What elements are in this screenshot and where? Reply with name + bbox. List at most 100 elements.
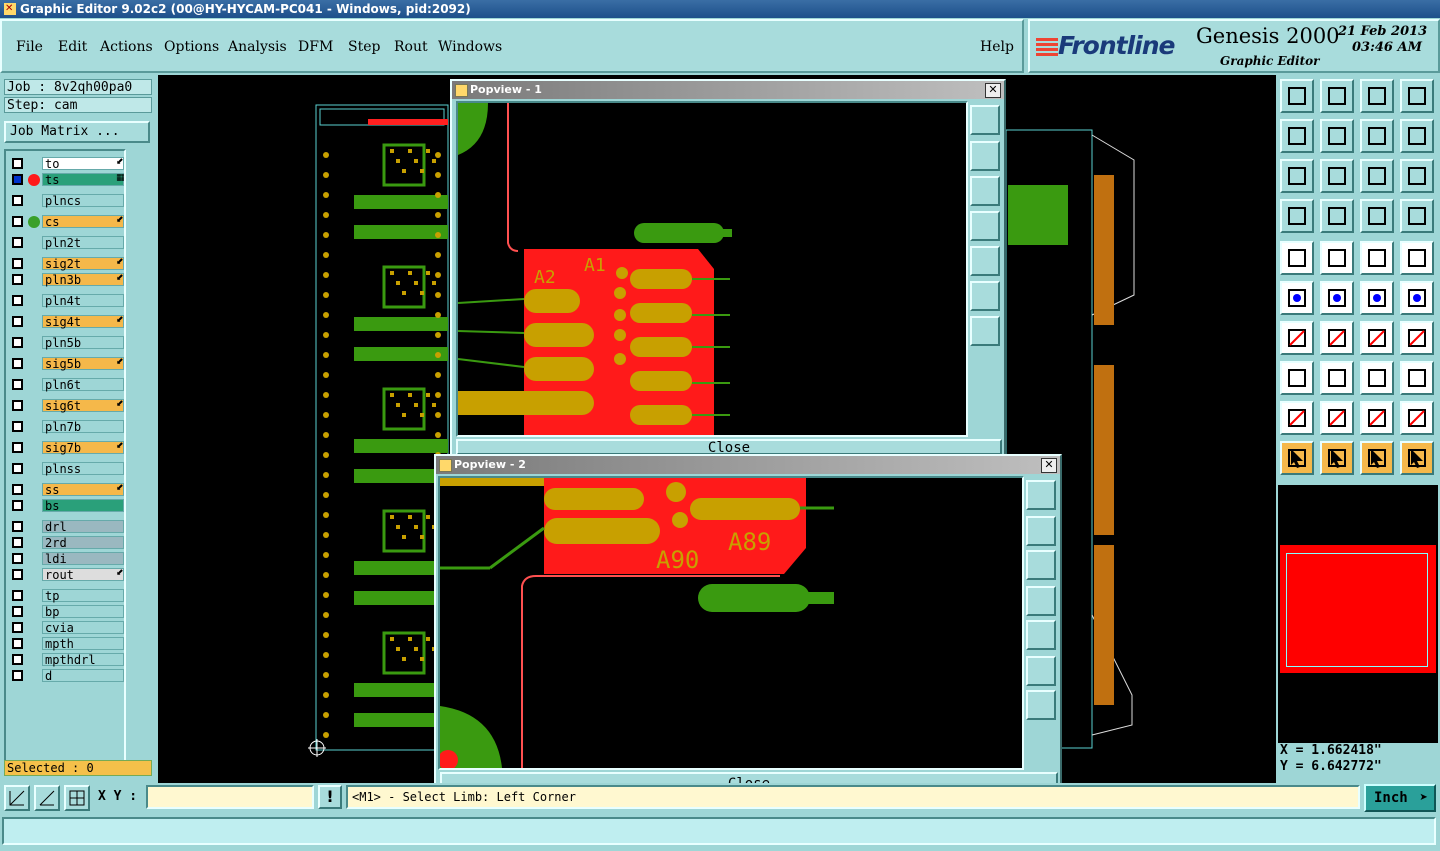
popview-2-close-icon[interactable]: ✕ [1041, 458, 1057, 473]
layer-row-sig2t[interactable]: sig2t ⬋ [8, 257, 124, 271]
popview-1-close-icon[interactable]: ✕ [985, 83, 1001, 98]
menu-rout[interactable]: Rout [394, 39, 428, 55]
layer-row-tp[interactable]: tp [8, 589, 124, 603]
layer-row-sig4t[interactable]: sig4t ⬋ [8, 315, 124, 329]
layer-checkbox[interactable] [12, 553, 23, 564]
layer-name[interactable]: sig7b [42, 441, 124, 454]
layer-name[interactable]: pln4t [42, 294, 124, 307]
menu-analysis[interactable]: Analysis [228, 39, 287, 55]
popview-2-titlebar[interactable]: Popview - 2 ✕ [436, 456, 1060, 474]
layer-name[interactable]: d [42, 669, 124, 682]
layer-name[interactable]: rout [42, 568, 124, 581]
scale-icon[interactable] [1360, 159, 1394, 193]
layer-name[interactable]: to [42, 157, 124, 170]
layer-row-mpthdrl[interactable]: mpthdrl [8, 653, 124, 667]
zoom-icon[interactable] [1320, 159, 1354, 193]
layer-name[interactable]: pln7b [42, 420, 124, 433]
layer-row-drl[interactable]: drl [8, 520, 124, 534]
menu-options[interactable]: Options [164, 39, 219, 55]
job-matrix-button[interactable]: Job Matrix ... [4, 121, 150, 143]
snap-icon[interactable] [4, 785, 30, 811]
down-icon[interactable] [1320, 79, 1354, 113]
corner-icon[interactable] [1320, 241, 1354, 275]
settings-icon[interactable] [1280, 199, 1314, 233]
popview-1-down-icon[interactable] [970, 176, 1000, 206]
layers-icon[interactable] [1360, 199, 1394, 233]
menu-help[interactable]: Help [980, 39, 1014, 55]
pad-icon[interactable] [1400, 241, 1434, 275]
popview-2-expand-icon[interactable] [1026, 690, 1056, 720]
layer-row-sig7b[interactable]: sig7b ⬋ [8, 441, 124, 455]
layer-row-plnss[interactable]: plnss [8, 462, 124, 476]
menu-file[interactable]: File [16, 39, 43, 55]
popview-2-fit-icon[interactable] [1026, 656, 1056, 686]
connect-icon[interactable] [1280, 281, 1314, 315]
layer-row-pln4t[interactable]: pln4t [8, 294, 124, 308]
popview-1-fit-icon[interactable] [970, 281, 1000, 311]
layer-name[interactable]: mpth [42, 637, 124, 650]
layer-row-ss[interactable]: ss ⬋ [8, 483, 124, 497]
layer-checkbox[interactable] [12, 590, 23, 601]
layer-name[interactable]: sig5b [42, 357, 124, 370]
popview-2-zoom-icon[interactable] [1026, 480, 1056, 510]
grid-icon[interactable] [1320, 199, 1354, 233]
alert-button[interactable]: ! [318, 785, 342, 809]
layer-checkbox[interactable] [12, 442, 23, 453]
pointer-icon[interactable] [1280, 441, 1314, 475]
layer-name[interactable]: pln2t [42, 236, 124, 249]
layer-name[interactable]: ldi [42, 552, 124, 565]
layer-row-2rd[interactable]: 2rd [8, 536, 124, 550]
pointer-box-icon[interactable] [1320, 441, 1354, 475]
layer-checkbox[interactable] [12, 237, 23, 248]
popview-1-titlebar[interactable]: Popview - 1 ✕ [452, 81, 1004, 99]
layer-name[interactable]: plnss [42, 462, 124, 475]
pan-right-icon[interactable] [1320, 119, 1354, 153]
move-icon[interactable] [1360, 281, 1394, 315]
layer-row-rout[interactable]: rout ⬋ [8, 568, 124, 582]
dim-icon[interactable] [1360, 361, 1394, 395]
layer-name[interactable]: pln3b [42, 273, 124, 286]
layer-row-cs[interactable]: cs ⬋ [8, 215, 124, 229]
pointer-net-icon[interactable] [1400, 441, 1434, 475]
xy-input[interactable] [146, 785, 314, 809]
window-icon[interactable] [1400, 79, 1434, 113]
triangle-box-icon[interactable] [1360, 401, 1394, 435]
layer-checkbox[interactable] [12, 400, 23, 411]
layer-row-bp[interactable]: bp [8, 605, 124, 619]
layer-checkbox[interactable] [12, 158, 23, 169]
command-line[interactable] [2, 817, 1436, 845]
layer-name[interactable]: drl [42, 520, 124, 533]
cross-icon[interactable] [1320, 281, 1354, 315]
layer-name[interactable]: mpthdrl [42, 653, 124, 666]
feature-icon[interactable] [1280, 241, 1314, 275]
layer-checkbox[interactable] [12, 654, 23, 665]
layer-row-bs[interactable]: bs [8, 499, 124, 513]
popview-1-close-button[interactable]: Close [456, 439, 1002, 455]
swap-icon[interactable] [1360, 119, 1394, 153]
layer-row-to[interactable]: to ⬋ [8, 157, 124, 171]
popview-2-down-icon[interactable] [1026, 550, 1056, 580]
layer-checkbox[interactable] [12, 174, 23, 185]
layer-name[interactable]: bs [42, 499, 124, 512]
layer-name[interactable]: pln6t [42, 378, 124, 391]
board-preview[interactable] [1278, 485, 1438, 743]
layer-name[interactable]: cvia [42, 621, 124, 634]
layer-name[interactable]: plncs [42, 194, 124, 207]
layer-checkbox[interactable] [12, 537, 23, 548]
layer-name[interactable]: cs [42, 215, 124, 228]
popview-1-left-icon[interactable] [970, 211, 1000, 241]
layer-checkbox[interactable] [12, 569, 23, 580]
shapes-icon[interactable] [1400, 361, 1434, 395]
layer-name[interactable]: sig4t [42, 315, 124, 328]
layer-row-pln7b[interactable]: pln7b [8, 420, 124, 434]
fit-icon[interactable] [1280, 159, 1314, 193]
popview-1-expand-icon[interactable] [970, 316, 1000, 346]
layer-name[interactable]: bp [42, 605, 124, 618]
layer-name[interactable]: sig2t [42, 257, 124, 270]
layer-name[interactable]: pln5b [42, 336, 124, 349]
house-icon[interactable] [1360, 79, 1394, 113]
triangle-icon[interactable] [1280, 401, 1314, 435]
layer-checkbox[interactable] [12, 500, 23, 511]
layer-row-pln3b[interactable]: pln3b ⬋ [8, 273, 124, 287]
popview-2-up-icon[interactable] [1026, 516, 1056, 546]
